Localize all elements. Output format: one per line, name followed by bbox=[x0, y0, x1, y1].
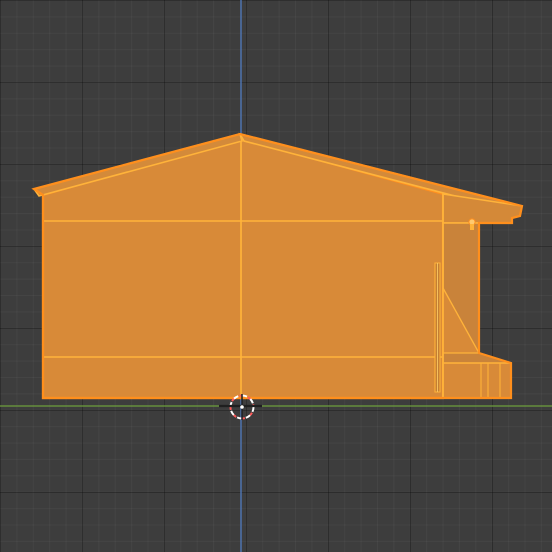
viewport-scene bbox=[0, 0, 552, 552]
porch-step bbox=[442, 362, 512, 399]
wall-light-bracket bbox=[470, 224, 474, 230]
cursor-center-dot bbox=[240, 405, 244, 409]
3d-viewport[interactable]: orthographic-front true bbox=[0, 0, 552, 552]
house-mesh[interactable] bbox=[31, 132, 524, 400]
